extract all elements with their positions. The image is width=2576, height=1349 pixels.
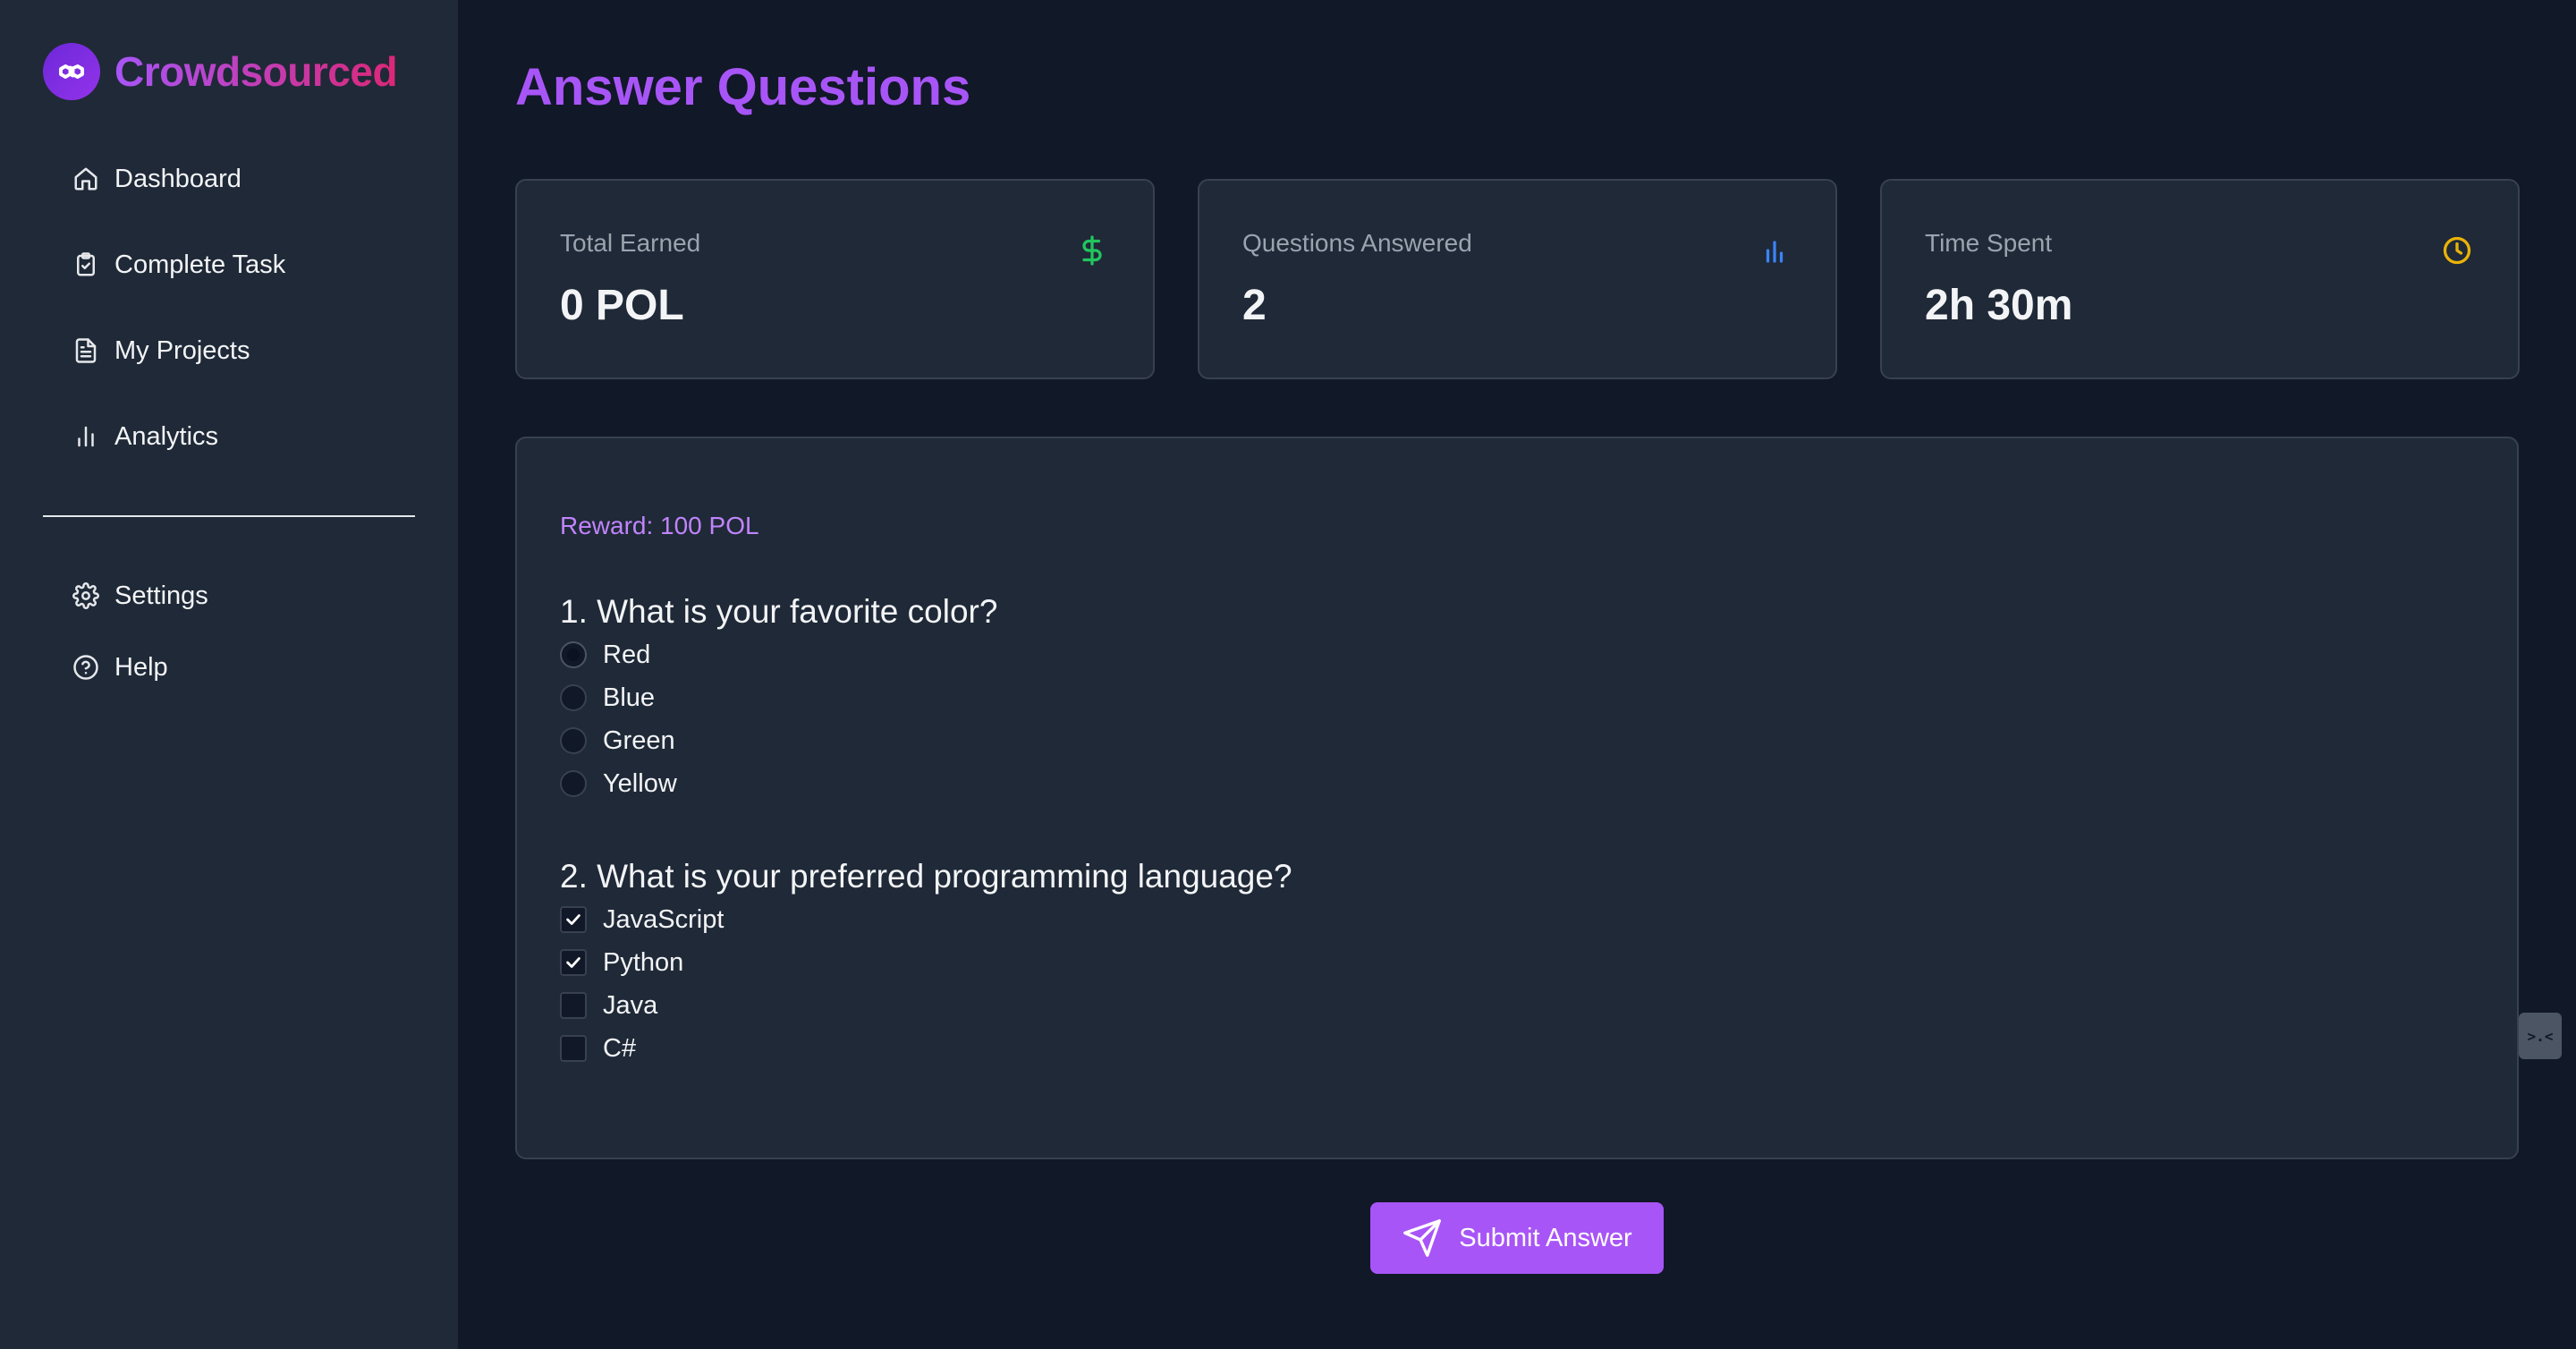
submit-label: Submit Answer bbox=[1459, 1223, 1632, 1252]
option-label: Blue bbox=[603, 683, 656, 712]
brand-name: Crowdsourced bbox=[114, 48, 398, 95]
question-1: 1. What is your favorite color? Red Blue… bbox=[560, 590, 997, 805]
sidebar-item-analytics[interactable]: Analytics bbox=[43, 410, 415, 463]
sidebar-item-settings[interactable]: Settings bbox=[43, 569, 415, 623]
dollar-icon bbox=[1074, 233, 1110, 268]
option-label: Green bbox=[603, 725, 675, 755]
radio-button[interactable] bbox=[560, 727, 587, 754]
clipboard-check-icon bbox=[72, 250, 100, 279]
checkbox-option-javascript[interactable]: JavaScript bbox=[560, 898, 1292, 941]
option-label: Python bbox=[603, 947, 684, 977]
sidebar-item-my-projects[interactable]: My Projects bbox=[43, 324, 415, 378]
radio-option-yellow[interactable]: Yellow bbox=[560, 762, 997, 805]
checkbox-option-python[interactable]: Python bbox=[560, 941, 1292, 984]
stat-label: Total Earned bbox=[560, 229, 701, 257]
radio-option-blue[interactable]: Blue bbox=[560, 676, 997, 719]
checkbox[interactable] bbox=[560, 949, 587, 976]
sidebar-item-label: My Projects bbox=[114, 335, 250, 365]
sidebar-item-label: Settings bbox=[114, 581, 208, 610]
checkbox[interactable] bbox=[560, 906, 587, 933]
option-label: Java bbox=[603, 990, 658, 1020]
brand[interactable]: Crowdsourced bbox=[43, 43, 398, 100]
stat-card-time-spent: Time Spent 2h 30m bbox=[1880, 179, 2520, 379]
radio-button[interactable] bbox=[560, 684, 587, 711]
floating-widget-button[interactable]: >.< bbox=[2519, 1013, 2562, 1059]
sidebar-item-label: Analytics bbox=[114, 421, 219, 451]
stats-row: Total Earned 0 POL Questions Answered 2 … bbox=[515, 179, 2520, 379]
option-label: Red bbox=[603, 640, 651, 669]
question-title: 2. What is your preferred programming la… bbox=[560, 858, 1292, 895]
bar-chart-icon bbox=[72, 422, 100, 451]
checkbox-option-csharp[interactable]: C# bbox=[560, 1027, 1292, 1070]
option-label: JavaScript bbox=[603, 904, 724, 934]
question-2: 2. What is your preferred programming la… bbox=[560, 855, 1292, 1070]
submit-answer-button[interactable]: Submit Answer bbox=[1370, 1202, 1664, 1274]
radio-option-red[interactable]: Red bbox=[560, 633, 997, 676]
sidebar-item-label: Dashboard bbox=[114, 164, 242, 193]
page-title: Answer Questions bbox=[515, 58, 971, 116]
sidebar-divider bbox=[43, 515, 415, 517]
stat-value: 2 bbox=[1242, 282, 1267, 329]
help-circle-icon bbox=[72, 653, 100, 682]
polygon-link-icon bbox=[43, 43, 100, 100]
bar-chart-icon bbox=[1757, 233, 1792, 268]
gear-icon bbox=[72, 581, 100, 610]
option-label: C# bbox=[603, 1033, 637, 1063]
main-content: Answer Questions Total Earned 0 POL Ques… bbox=[458, 0, 2576, 1349]
checkbox[interactable] bbox=[560, 992, 587, 1019]
check-icon bbox=[566, 914, 580, 925]
checkbox-option-java[interactable]: Java bbox=[560, 984, 1292, 1027]
sidebar-item-complete-task[interactable]: Complete Task bbox=[43, 238, 415, 292]
document-icon bbox=[72, 336, 100, 365]
stat-value: 0 POL bbox=[560, 282, 684, 329]
reward-label: Reward: 100 POL bbox=[560, 512, 759, 539]
radio-button[interactable] bbox=[560, 641, 587, 668]
app-root: Crowdsourced Dashboard Complete Task My … bbox=[0, 0, 2576, 1349]
option-label: Yellow bbox=[603, 768, 677, 798]
main-nav: Dashboard Complete Task My Projects Anal… bbox=[43, 152, 415, 463]
sidebar-item-label: Help bbox=[114, 652, 168, 682]
stat-label: Questions Answered bbox=[1242, 229, 1472, 257]
clock-icon bbox=[2439, 233, 2475, 268]
radio-option-green[interactable]: Green bbox=[560, 719, 997, 762]
home-icon bbox=[72, 165, 100, 193]
sidebar-item-help[interactable]: Help bbox=[43, 641, 415, 694]
stat-card-questions-answered: Questions Answered 2 bbox=[1198, 179, 1837, 379]
stat-card-total-earned: Total Earned 0 POL bbox=[515, 179, 1155, 379]
question-title: 1. What is your favorite color? bbox=[560, 593, 998, 630]
question-card: Reward: 100 POL 1. What is your favorite… bbox=[515, 437, 2519, 1159]
check-icon bbox=[566, 957, 580, 968]
sidebar-item-label: Complete Task bbox=[114, 250, 286, 279]
checkbox[interactable] bbox=[560, 1035, 587, 1062]
send-icon bbox=[1403, 1219, 1442, 1257]
secondary-nav: Settings Help bbox=[43, 569, 415, 694]
sidebar-item-dashboard[interactable]: Dashboard bbox=[43, 152, 415, 206]
stat-value: 2h 30m bbox=[1925, 282, 2073, 329]
widget-face-icon: >.< bbox=[2527, 1027, 2554, 1045]
stat-label: Time Spent bbox=[1925, 229, 2053, 257]
sidebar: Crowdsourced Dashboard Complete Task My … bbox=[0, 0, 458, 1349]
radio-button[interactable] bbox=[560, 770, 587, 797]
